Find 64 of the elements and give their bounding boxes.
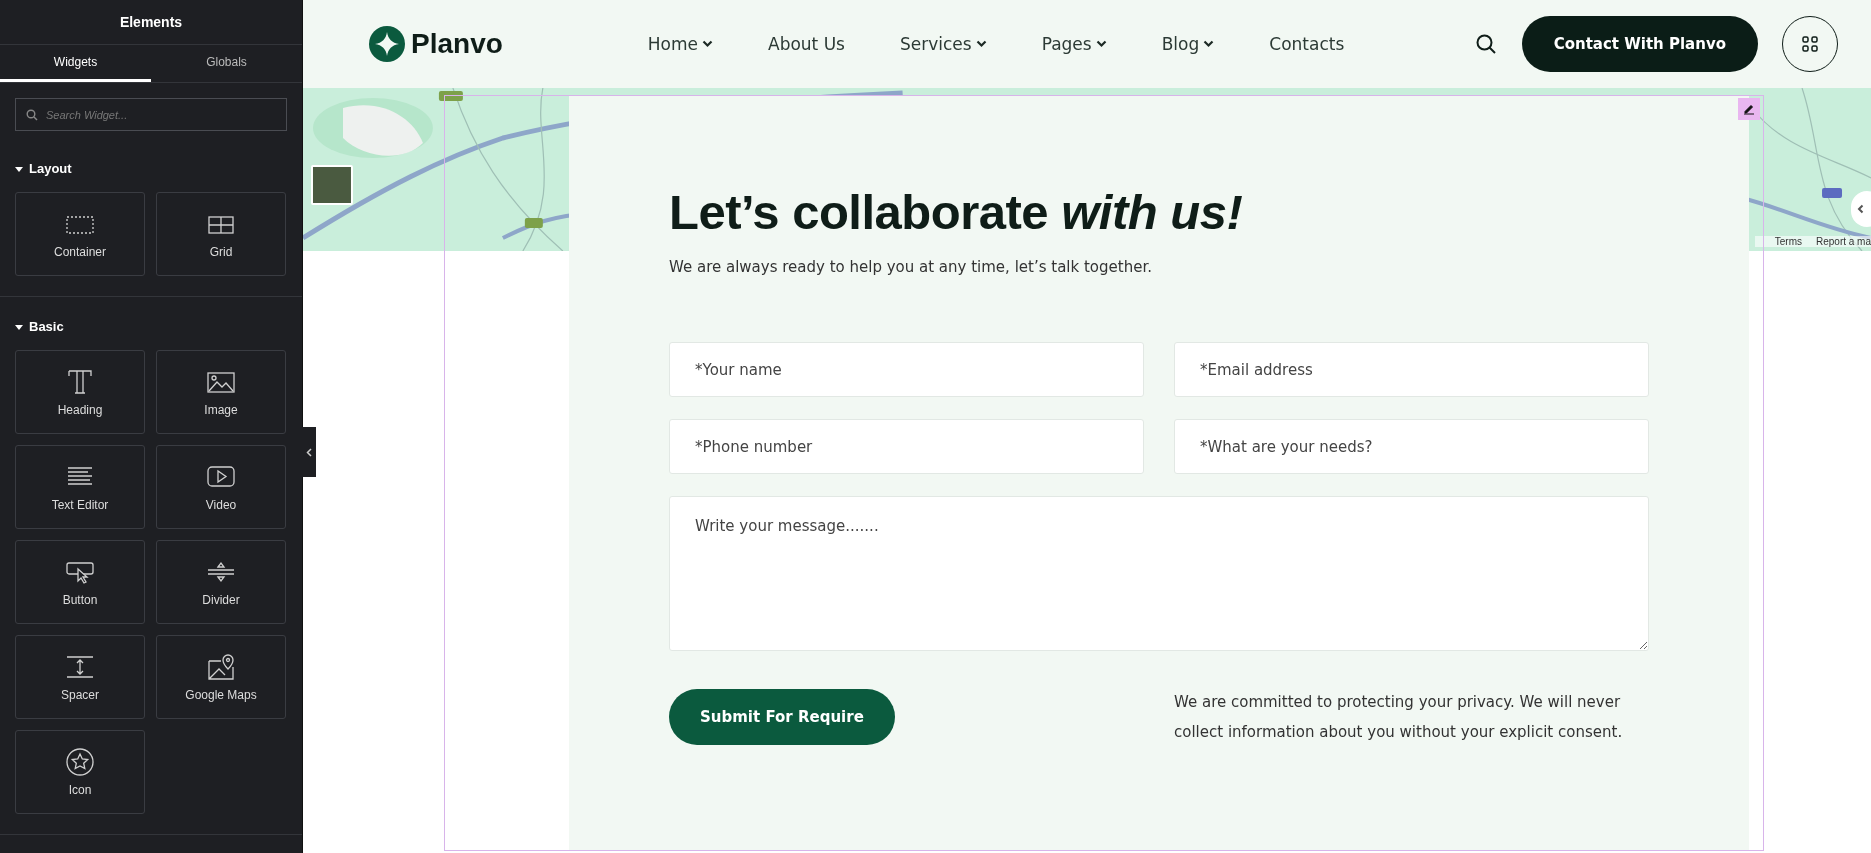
widget-tile[interactable]: Grid: [156, 192, 286, 276]
nav-link[interactable]: About Us: [768, 34, 845, 54]
grid-icon: [1801, 35, 1819, 53]
nav-link[interactable]: Home: [647, 34, 713, 54]
widget-label: Heading: [57, 403, 103, 417]
caret-icon: [15, 164, 23, 173]
widget-tile[interactable]: Spacer: [15, 635, 145, 719]
logo-text: Planvo: [411, 28, 503, 60]
widget-tile[interactable]: Text Editor: [15, 445, 145, 529]
widget-tile[interactable]: Image: [156, 350, 286, 434]
chevron-left-icon: [1857, 204, 1864, 214]
input-field[interactable]: *Phone number: [669, 419, 1144, 474]
input-field[interactable]: *What are your needs?: [1174, 419, 1649, 474]
section-header[interactable]: Layout: [0, 161, 302, 176]
widget-tile[interactable]: Google Maps: [156, 635, 286, 719]
search-icon: [26, 109, 38, 121]
input-field[interactable]: *Your name: [669, 342, 1144, 397]
widget-tile[interactable]: Divider: [156, 540, 286, 624]
search-field[interactable]: Search Widget...: [15, 98, 287, 131]
message-field[interactable]: Write your message.......: [669, 496, 1649, 651]
widget-label: Button: [62, 593, 98, 607]
widget-label: Image: [204, 403, 238, 417]
widget-label: Spacer: [61, 688, 99, 702]
input-field[interactable]: *Email address: [1174, 342, 1649, 397]
nav-link[interactable]: Contacts: [1269, 34, 1345, 54]
widget-label: Video: [205, 498, 237, 512]
pencil-icon: [1743, 103, 1755, 115]
nav-link[interactable]: Services: [900, 34, 987, 54]
privacy-note: We are committed to protecting your privacy. We will never collect information about you without your explicit consent.: [1174, 692, 1624, 743]
caret-icon: [15, 322, 23, 331]
map-attribution[interactable]: Report a ma: [1815, 236, 1871, 247]
search-icon[interactable]: [1474, 33, 1497, 55]
chevron-down-icon: [1095, 40, 1107, 48]
widget-tile[interactable]: Button: [15, 540, 145, 624]
nav-link[interactable]: Pages: [1041, 34, 1107, 54]
nav-link[interactable]: Blog: [1161, 34, 1215, 54]
widget-label: Icon: [68, 783, 92, 797]
map-attribution[interactable]: Terms: [1774, 236, 1802, 247]
widget-tile[interactable]: Heading: [15, 350, 145, 434]
panel-tab[interactable]: Widgets: [0, 45, 151, 82]
form-subtitle: We are always ready to help you at any time, let’s talk together.: [669, 258, 1153, 276]
letter-t-icon: [65, 367, 95, 397]
chevron-down-icon: [1203, 40, 1215, 48]
contact-button[interactable]: Contact With Planvo: [1521, 16, 1758, 72]
map-pin-icon: [206, 652, 236, 682]
submit-button[interactable]: Submit For Require: [669, 689, 895, 745]
section-header[interactable]: Basic: [0, 319, 302, 334]
chevron-left-icon: [306, 447, 312, 457]
widget-label: Google Maps: [185, 688, 257, 702]
chevron-down-icon: [975, 40, 987, 48]
form-heading: Let’s collaborate with us!: [669, 184, 1244, 240]
collapse-handle[interactable]: [302, 427, 316, 477]
widget-tile[interactable]: Video: [156, 445, 286, 529]
widget-tile[interactable]: Container: [15, 192, 145, 276]
panel-title: Elements: [0, 0, 302, 45]
widget-tile[interactable]: Icon: [15, 730, 145, 814]
widget-label: Grid: [209, 245, 233, 259]
logo-icon: [369, 26, 405, 62]
widget-label: Container: [54, 245, 106, 259]
widget-label: Text Editor: [51, 498, 109, 512]
chevron-down-icon: [702, 40, 713, 48]
edit-button[interactable]: [1738, 98, 1760, 120]
widget-label: Divider: [202, 593, 240, 607]
panel-tab[interactable]: Globals: [151, 45, 302, 82]
